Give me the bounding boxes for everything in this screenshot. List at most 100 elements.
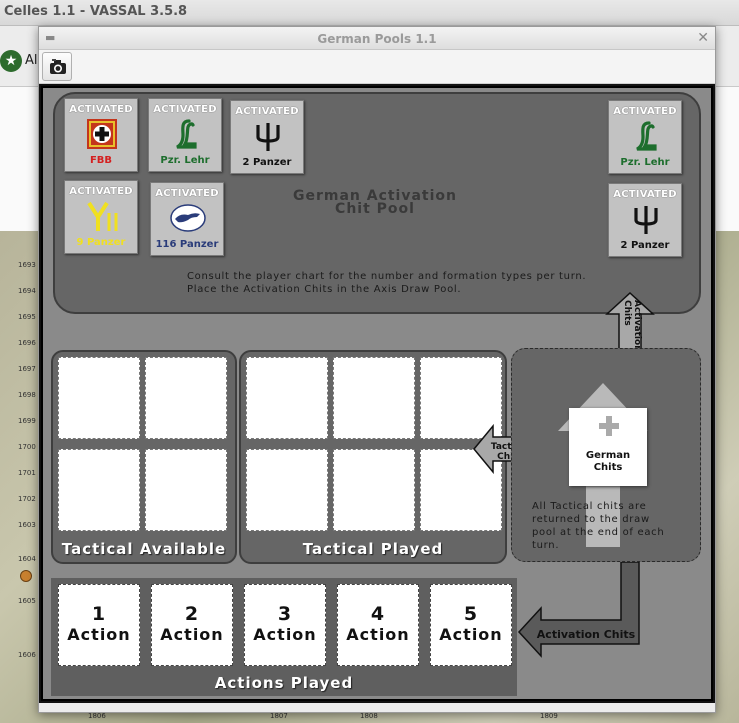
note-line: pool at the end of each — [532, 527, 665, 538]
9-panzer-icon — [87, 201, 118, 231]
instruction-line: Place the Activation Chits in the Axis D… — [187, 284, 462, 295]
main-toolbar-label[interactable]: Al — [25, 53, 38, 68]
hex-label: 1807 — [270, 712, 288, 720]
window-title: German Pools 1.1 — [317, 32, 437, 46]
map-counter-marker[interactable] — [20, 570, 32, 582]
pool-board-surface[interactable]: German Activation Chit Pool Consult the … — [43, 88, 711, 699]
tactical-played-slot[interactable] — [246, 449, 328, 531]
chit-label-line: German — [585, 450, 631, 461]
hex-label: 1693 — [18, 261, 36, 269]
tactical-available-slot[interactable] — [145, 449, 227, 531]
tactical-available-slot[interactable] — [58, 449, 140, 531]
hex-label: 1701 — [18, 469, 36, 477]
tactical-available-slot[interactable] — [58, 357, 140, 439]
tactical-available-slot[interactable] — [145, 357, 227, 439]
chit-header: ACTIVATED — [155, 188, 219, 199]
main-window-title: Celles 1.1 - VASSAL 3.5.8 — [0, 0, 739, 26]
hex-label: 1809 — [540, 712, 558, 720]
tactical-available-label: Tactical Available — [61, 540, 227, 558]
hex-label: 1604 — [18, 555, 36, 563]
actions-played-panel[interactable]: 1 Action 2 Action 3 Action 4 Action 5 Ac… — [51, 578, 517, 696]
action-slot-3[interactable]: 3 Action — [244, 584, 326, 666]
screenshot-button[interactable] — [42, 52, 72, 81]
hex-label: 1695 — [18, 313, 36, 321]
action-word: Action — [67, 625, 131, 644]
panzer-lehr-icon — [636, 121, 657, 151]
close-icon[interactable]: ✕ — [697, 30, 709, 46]
activation-chit-9-panzer[interactable]: ACTIVATED 9 Panzer — [64, 180, 138, 254]
activation-chit-pzr-lehr[interactable]: ACTIVATED Pzr. Lehr — [148, 98, 222, 172]
action-number: 5 — [463, 603, 479, 625]
action-word: Action — [346, 625, 410, 644]
pool-title-line: Chit Pool — [335, 201, 415, 217]
fbb-cross-icon — [87, 119, 117, 149]
activation-chits-return-arrow — [517, 562, 640, 658]
german-chits-counter[interactable]: German Chits — [569, 408, 647, 486]
hex-label: 1694 — [18, 287, 36, 295]
hex-label: 1698 — [18, 391, 36, 399]
tactical-played-slot[interactable] — [246, 357, 328, 439]
hex-label: 1700 — [18, 443, 36, 451]
german-pools-window: ▬ German Pools 1.1 ✕ German Activation C… — [38, 26, 716, 713]
hex-label: 1606 — [18, 651, 36, 659]
trident-icon — [634, 206, 658, 234]
activation-chits-return-label: Activation Chits — [536, 628, 636, 641]
action-number: 2 — [184, 603, 200, 625]
hex-label: 1702 — [18, 495, 36, 503]
chit-name: 9 Panzer — [76, 237, 126, 248]
hex-label: 1697 — [18, 365, 36, 373]
tactical-played-slot[interactable] — [333, 449, 415, 531]
action-slot-5[interactable]: 5 Action — [430, 584, 512, 666]
pool-instructions: Consult the player chart for the number … — [187, 270, 657, 296]
greyhound-icon — [170, 204, 206, 232]
window-titlebar[interactable]: ▬ German Pools 1.1 ✕ — [39, 27, 715, 50]
hex-label: 1808 — [360, 712, 378, 720]
window-toolbar — [39, 50, 715, 84]
activation-chit-pzr-lehr-2[interactable]: ACTIVATED Pzr. Lehr — [608, 100, 682, 174]
action-number: 3 — [277, 603, 293, 625]
hex-label: 1603 — [18, 521, 36, 529]
action-word: Action — [253, 625, 317, 644]
activation-chit-2-panzer-2[interactable]: ACTIVATED 2 Panzer — [608, 183, 682, 257]
action-slot-4[interactable]: 4 Action — [337, 584, 419, 666]
cross-icon — [599, 416, 619, 436]
note-line: turn. — [532, 540, 560, 551]
chit-header: ACTIVATED — [613, 189, 677, 200]
actions-played-label: Actions Played — [214, 674, 354, 692]
chit-name: 2 Panzer — [620, 240, 670, 251]
activation-chit-fbb[interactable]: ACTIVATED FBB — [64, 98, 138, 172]
chit-name: 116 Panzer — [155, 239, 219, 250]
hex-label: 1699 — [18, 417, 36, 425]
action-slot-2[interactable]: 2 Action — [151, 584, 233, 666]
activation-chit-2-panzer[interactable]: ACTIVATED 2 Panzer — [230, 100, 304, 174]
hex-label: 1696 — [18, 339, 36, 347]
chit-label-line: Chits — [593, 462, 623, 473]
activation-chit-116-panzer[interactable]: ACTIVATED 116 Panzer — [150, 182, 224, 256]
instruction-line: Consult the player chart for the number … — [187, 271, 587, 282]
chit-name: Pzr. Lehr — [620, 157, 670, 168]
chit-header: ACTIVATED — [235, 106, 299, 117]
draw-pool-note: All Tactical chits are returned to the d… — [532, 500, 702, 552]
action-word: Action — [160, 625, 224, 644]
chit-header: ACTIVATED — [69, 104, 133, 115]
hex-label: 1605 — [18, 597, 36, 605]
action-number: 1 — [91, 603, 107, 625]
note-line: All Tactical chits are — [532, 501, 647, 512]
chit-name: 2 Panzer — [242, 157, 292, 168]
tactical-played-slot[interactable] — [333, 357, 415, 439]
action-slot-1[interactable]: 1 Action — [58, 584, 140, 666]
action-number: 4 — [370, 603, 386, 625]
german-chits-label: German Chits — [569, 450, 647, 474]
german-draw-pool[interactable]: German Chits All Tactical chits are retu… — [511, 348, 701, 562]
note-line: returned to the draw — [532, 514, 650, 525]
activation-pool-title: German Activation Chit Pool — [275, 189, 475, 217]
action-word: Action — [439, 625, 503, 644]
hex-label: 1806 — [88, 712, 106, 720]
tactical-available-panel[interactable]: Tactical Available — [51, 350, 237, 564]
tactical-played-panel[interactable]: Tactical Played — [239, 350, 507, 564]
trident-icon — [256, 123, 280, 151]
chit-header: ACTIVATED — [613, 106, 677, 117]
chit-name: Pzr. Lehr — [160, 155, 210, 166]
vassal-star-icon[interactable]: ★ — [0, 50, 22, 72]
camera-icon — [50, 59, 66, 74]
